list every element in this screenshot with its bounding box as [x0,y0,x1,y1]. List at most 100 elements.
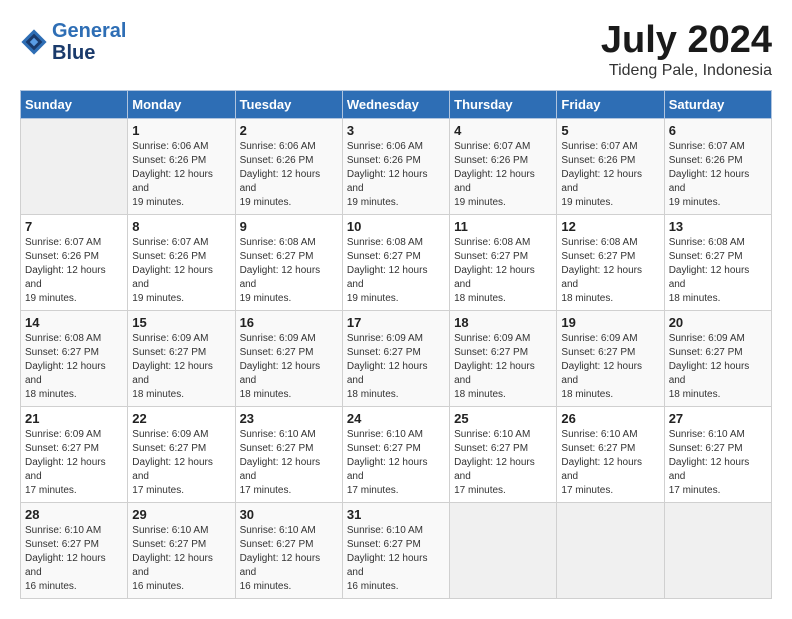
daylight-line1: Daylight: 12 hours and [25,457,106,482]
day-number: 11 [454,219,552,234]
sunrise-text: Sunrise: 6:09 AM [561,333,637,344]
sunset-text: Sunset: 6:27 PM [669,251,743,262]
sunset-text: Sunset: 6:27 PM [132,539,206,550]
calendar-cell: 11Sunrise: 6:08 AMSunset: 6:27 PMDayligh… [450,214,557,310]
sunset-text: Sunset: 6:27 PM [454,347,528,358]
day-info: Sunrise: 6:10 AMSunset: 6:27 PMDaylight:… [240,524,338,594]
sunrise-text: Sunrise: 6:10 AM [132,525,208,536]
calendar-cell: 4Sunrise: 6:07 AMSunset: 6:26 PMDaylight… [450,118,557,214]
daylight-line2: 17 minutes. [561,485,613,496]
logo: General Blue [20,20,126,64]
day-info: Sunrise: 6:06 AMSunset: 6:26 PMDaylight:… [347,140,445,210]
day-info: Sunrise: 6:08 AMSunset: 6:27 PMDaylight:… [347,236,445,306]
calendar-cell: 19 Sunrise: 6:09 AMSunset: 6:27 PMDayligh… [557,310,664,406]
day-number: 9 [240,219,338,234]
daylight-line1: Daylight: 12 hours and [240,265,321,290]
sunset-text: Sunset: 6:27 PM [669,347,743,358]
day-number: 24 [347,411,445,426]
day-number: 22 [132,411,230,426]
weekday-header-sunday: Sunday [21,90,128,118]
sunset-text: Sunset: 6:27 PM [669,443,743,454]
day-number: 13 [669,219,767,234]
day-info: Sunrise: 6:08 AMSunset: 6:27 PMDaylight:… [561,236,659,306]
daylight-line2: 16 minutes. [25,581,77,592]
sunset-text: Sunset: 6:26 PM [25,251,99,262]
daylight-line1: Daylight: 12 hours and [240,553,321,578]
day-info: Sunrise: 6:09 AMSunset: 6:27 PMDaylight:… [669,332,767,402]
day-number: 16 [240,315,338,330]
calendar-cell: 24 Sunrise: 6:10 AM Sunset: 6:27 PM Dayligh… [342,406,449,502]
daylight-line2: 18 minutes. [669,389,721,400]
daylight-line2: 18 minutes. [561,293,613,304]
day-number: 17 [347,315,445,330]
day-number: 19 [561,315,659,330]
day-number: 8 [132,219,230,234]
day-info: Sunrise: 6:07 AMSunset: 6:26 PMDaylight:… [25,236,123,306]
sunrise-text: Sunrise: 6:08 AM [669,237,745,248]
weekday-header-friday: Friday [557,90,664,118]
day-info: Sunrise: 6:10 AMSunset: 6:27 PMDaylight:… [454,428,552,498]
day-number: 15 [132,315,230,330]
daylight-line2: 17 minutes. [25,485,77,496]
daylight-line1: Daylight: 12 hours and [561,361,642,386]
daylight-line1: Daylight: 12 hours and [240,361,321,386]
daylight-line1: Daylight: 12 hours and [454,361,535,386]
calendar-cell: 9 Sunrise: 6:08 AMSunset: 6:27 PMDaylight… [235,214,342,310]
calendar-cell: 17Sunrise: 6:09 AMSunset: 6:27 PMDayligh… [342,310,449,406]
calendar-cell: 1Sunrise: 6:06 AMSunset: 6:26 PMDaylight… [128,118,235,214]
day-info: Sunrise: 6:09 AMSunset: 6:27 PMDaylight:… [240,332,338,402]
calendar-cell: 10Sunrise: 6:08 AMSunset: 6:27 PMDayligh… [342,214,449,310]
sunrise-text: Sunrise: 6:08 AM [454,237,530,248]
sunset-text: Sunset: 6:27 PM [347,539,421,550]
daylight-line1: Daylight: 12 hours and [669,457,750,482]
daylight-line1: Daylight: 12 hours and [132,553,213,578]
sunrise-text: Sunrise: 6:10 AM [669,429,745,440]
day-info: Sunrise: 6:08 AMSunset: 6:27 PMDaylight:… [25,332,123,402]
weekday-header-wednesday: Wednesday [342,90,449,118]
calendar-cell: 25Sunrise: 6:10 AMSunset: 6:27 PMDayligh… [450,406,557,502]
day-info: Sunrise: 6:10 AM Sunset: 6:27 PM Daylight:… [347,428,445,498]
sunrise-text: Sunrise: 6:09 AM [454,333,530,344]
calendar-cell: 22Sunrise: 6:09 AMSunset: 6:27 PMDayligh… [128,406,235,502]
day-number: 23 [240,411,338,426]
day-number: 3 [347,123,445,138]
daylight-line1: Daylight: 12 hours and [347,457,428,482]
sunset-text: Sunset: 6:27 PM [25,539,99,550]
daylight-line2: 19 minutes. [132,197,184,208]
sunset-text: Sunset: 6:27 PM [347,443,421,454]
daylight-line1: Daylight: 12 hours and [669,169,750,194]
day-info: Sunrise: 6:09 AMSunset: 6:27 PMDaylight:… [561,332,659,402]
sunrise-text: Sunrise: 6:10 AM [561,429,637,440]
calendar-cell [21,118,128,214]
sunset-text: Sunset: 6:27 PM [454,251,528,262]
daylight-line1: Daylight: 12 hours and [25,361,106,386]
daylight-line1: Daylight: 12 hours and [669,361,750,386]
daylight-line2: 18 minutes. [561,389,613,400]
daylight-line2: 17 minutes. [240,485,292,496]
day-info: Sunrise: 6:06 AMSunset: 6:26 PMDaylight:… [240,140,338,210]
day-info: Sunrise: 6:08 AMSunset: 6:27 PMDaylight:… [454,236,552,306]
daylight-line2: 19 minutes. [347,197,399,208]
daylight-line1: Daylight: 12 hours and [25,553,106,578]
sunset-text: Sunset: 6:27 PM [454,443,528,454]
weekday-header-row: SundayMondayTuesdayWednesdayThursdayFrid… [21,90,772,118]
calendar-week-row: 14Sunrise: 6:08 AMSunset: 6:27 PMDayligh… [21,310,772,406]
sunset-text: Sunset: 6:27 PM [132,443,206,454]
daylight-line2: 16 minutes. [132,581,184,592]
day-info: Sunrise: 6:10 AMSunset: 6:27 PMDaylight:… [347,524,445,594]
sunset-text: Sunset: 6:26 PM [132,251,206,262]
sunset-text: Sunset: 6:27 PM [25,443,99,454]
sunrise-text: Sunrise: 6:07 AM [25,237,101,248]
page-header: General Blue July 2024 Tideng Pale, Indo… [20,20,772,80]
sunrise-text: Sunrise: 6:06 AM [347,141,423,152]
sunrise-text: Sunrise: 6:09 AM [132,333,208,344]
daylight-line1: Daylight: 12 hours and [132,169,213,194]
sunset-text: Sunset: 6:27 PM [561,251,635,262]
sunset-text: Sunset: 6:27 PM [132,347,206,358]
sunset-text: Sunset: 6:26 PM [561,155,635,166]
day-number: 29 [132,507,230,522]
day-info: Sunrise: 6:08 AMSunset: 6:27 PMDaylight:… [240,236,338,306]
calendar-cell: 26Sunrise: 6:10 AMSunset: 6:27 PMDayligh… [557,406,664,502]
sunrise-text: Sunrise: 6:06 AM [132,141,208,152]
sunrise-text: Sunrise: 6:10 AM [347,429,423,440]
